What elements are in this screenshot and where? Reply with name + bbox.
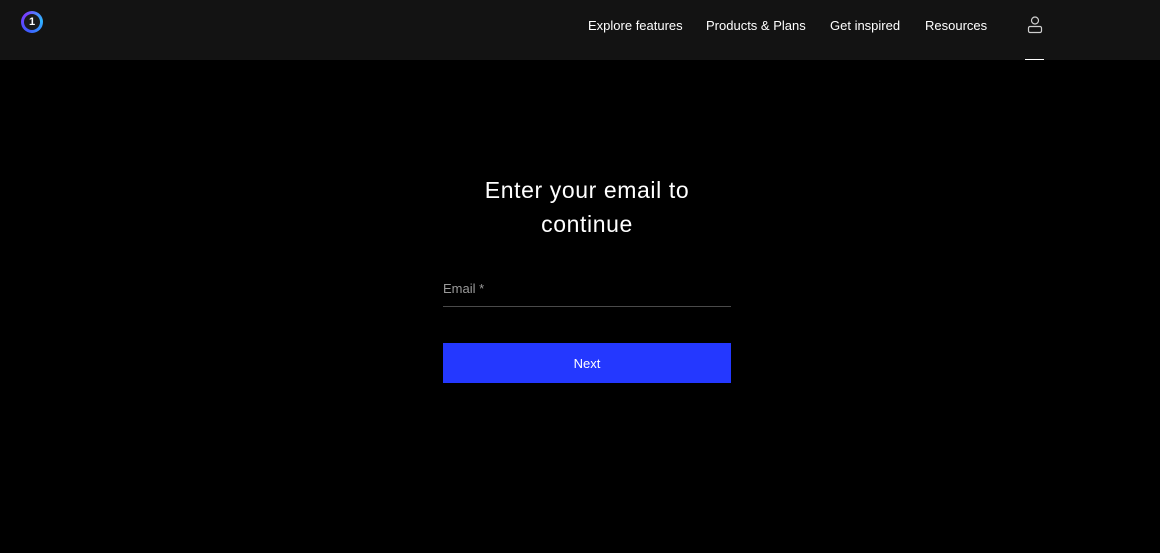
user-icon xyxy=(1027,16,1043,34)
nav-get-inspired[interactable]: Get inspired xyxy=(830,19,900,33)
title-line-2: continue xyxy=(541,211,633,237)
email-input[interactable] xyxy=(443,276,731,306)
nav-explore-features[interactable]: Explore features xyxy=(588,19,683,33)
logo-mark: 1 xyxy=(24,14,40,30)
active-indicator xyxy=(1025,59,1044,60)
nav-products-plans[interactable]: Products & Plans xyxy=(706,19,806,33)
email-field: Email * xyxy=(443,276,731,307)
title-line-1: Enter your email to xyxy=(484,177,690,203)
next-button[interactable]: Next xyxy=(443,343,731,383)
page-title: Enter your email to continue xyxy=(443,173,731,241)
logo[interactable]: 1 xyxy=(21,11,43,33)
top-navigation-bar: 1 Explore features Products & Plans Get … xyxy=(0,0,1160,60)
nav-resources[interactable]: Resources xyxy=(925,19,987,33)
account-button[interactable] xyxy=(1024,14,1046,60)
